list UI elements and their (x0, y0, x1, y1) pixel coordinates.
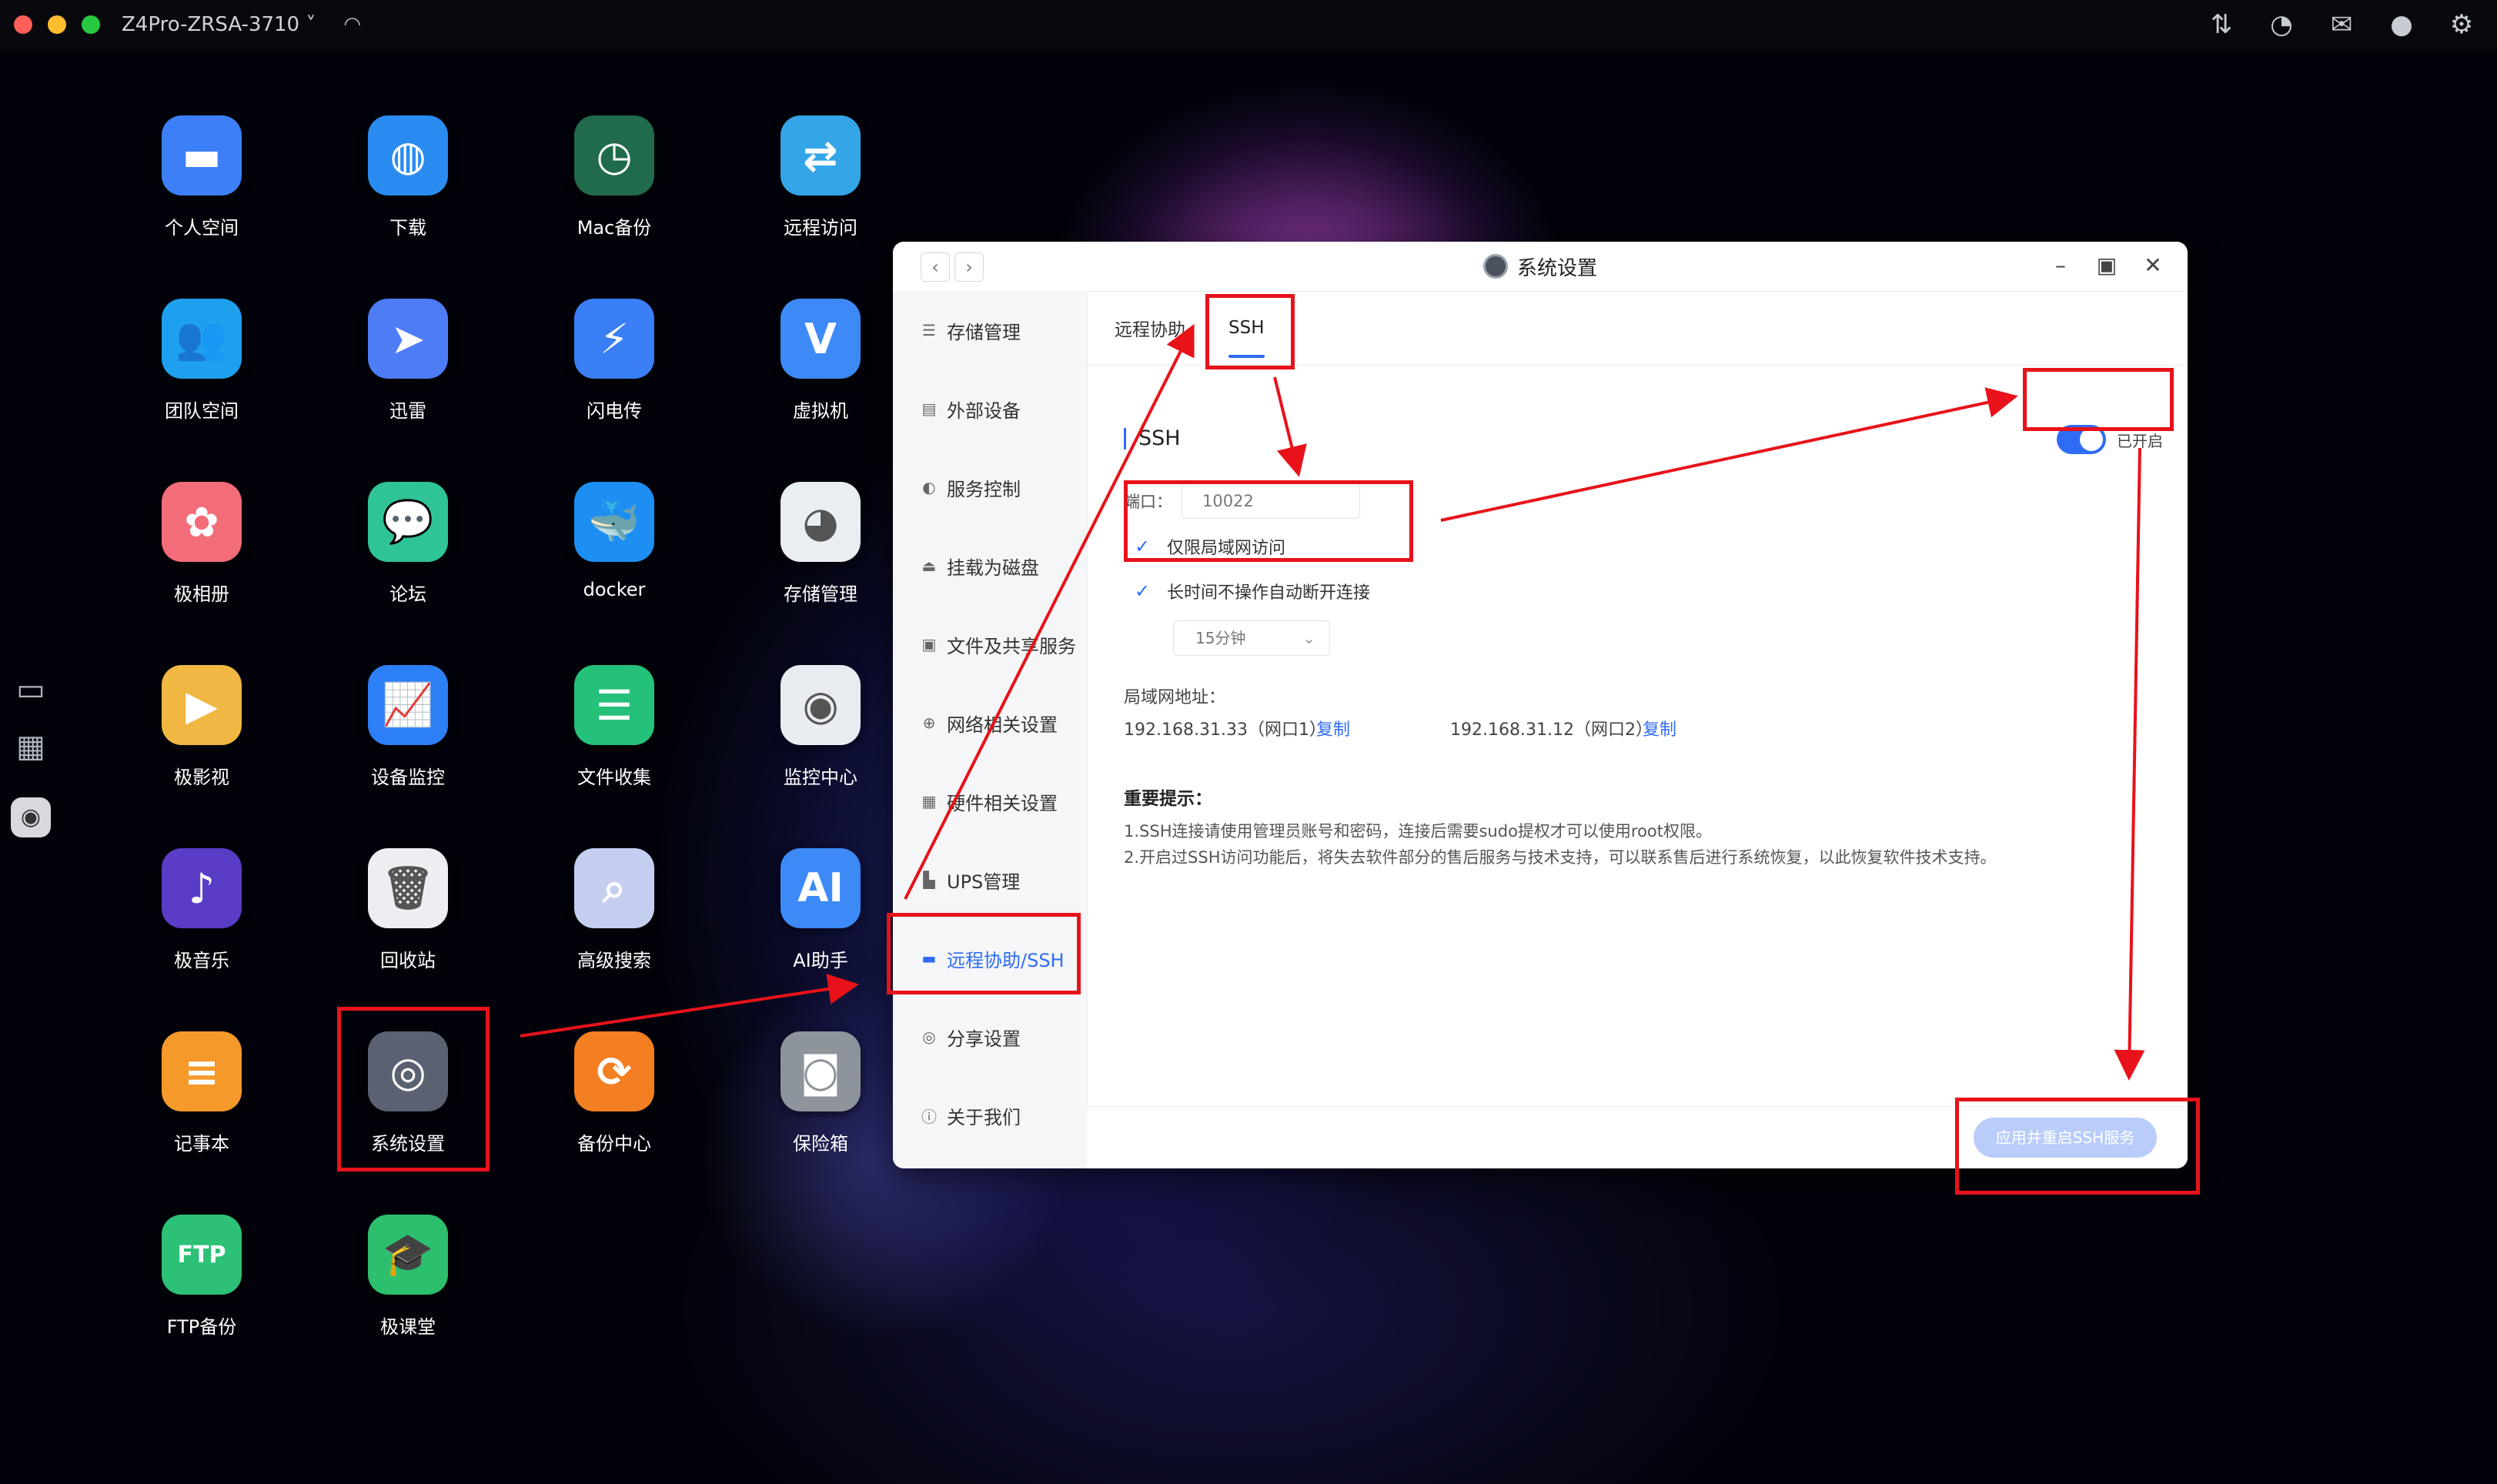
arrow-to-checkboxes (1273, 376, 1307, 477)
arrow-to-ssh-tab (904, 323, 1195, 900)
arrow-to-apply (2114, 447, 2145, 1081)
arrow-to-sidebar (520, 974, 859, 1038)
arrow-to-toggle (1440, 387, 2018, 522)
annotation-arrows (520, 323, 2145, 1081)
